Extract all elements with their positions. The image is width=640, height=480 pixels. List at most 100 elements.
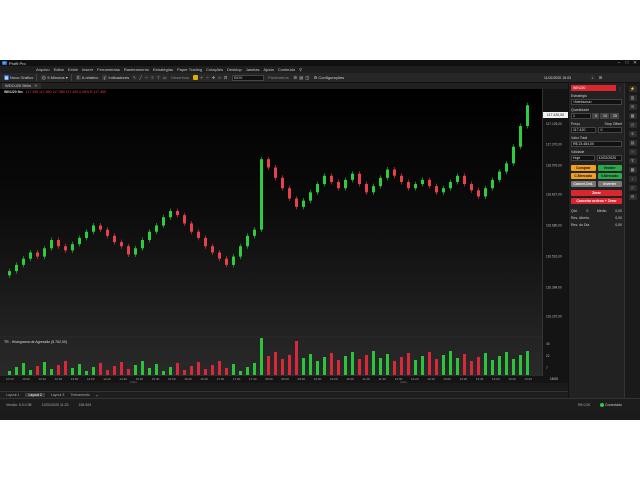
volume-bar xyxy=(428,352,431,375)
calculator-icon[interactable]: ▩ xyxy=(628,167,637,173)
zoom-in-icon[interactable]: + xyxy=(199,75,205,80)
datetime-display: 11/02/2020 15:03 xyxy=(544,75,571,80)
indicators-button[interactable]: ƒ Indicadores xyxy=(102,75,129,80)
news-icon[interactable]: ▤ xyxy=(628,140,637,146)
connection-status[interactable]: Conectado xyxy=(600,403,622,407)
lock-icon[interactable]: ⊡ xyxy=(223,75,229,80)
lightning-icon[interactable]: ⚡ xyxy=(628,86,637,92)
menu-ferramentas[interactable]: Ferramentas xyxy=(97,67,120,72)
invert-button[interactable]: Inverter xyxy=(597,181,622,187)
layout-tab-3[interactable]: Layout 3 xyxy=(51,393,64,397)
cancel-and-zero-button[interactable]: Cancelar ordens + Zerar xyxy=(571,198,622,204)
alarm-icon[interactable]: ♪ xyxy=(590,75,595,80)
price-axis[interactable]: 117.125,00 117.270,00 116.976,00 116.827,00… xyxy=(542,89,568,383)
strategy-select[interactable]: <Nenhuma> xyxy=(571,99,622,105)
quantity-input[interactable]: 1 xyxy=(571,113,591,119)
book-icon[interactable]: ▥ xyxy=(628,95,637,101)
zoom-out-icon[interactable]: − xyxy=(205,75,211,80)
volume-bar xyxy=(316,361,319,375)
volume-bar xyxy=(526,351,529,375)
layout-tab-2[interactable]: Layout 2 xyxy=(25,393,45,397)
filter-icon[interactable]: ⊽ xyxy=(628,158,637,164)
search-icon[interactable]: ⚲ xyxy=(299,67,302,72)
qty-preset-5[interactable]: 5 xyxy=(592,113,599,119)
autoscale-select[interactable]: ⇕ A.relativo xyxy=(75,75,98,80)
cancel-orders-button[interactable]: Cancel.Ord. xyxy=(571,181,596,187)
rect-tool-icon[interactable]: ▭ xyxy=(162,75,168,80)
new-chart-button[interactable]: ▦ Novo Gráfico xyxy=(4,75,33,80)
add-layout-icon[interactable]: + xyxy=(96,393,98,398)
text-tool-icon[interactable]: T xyxy=(156,75,162,80)
sell-market-button[interactable]: V.Mercado xyxy=(597,173,622,179)
candle-body xyxy=(239,246,242,257)
menu-rastreamento[interactable]: Rastreamento xyxy=(124,67,149,72)
dollar-icon[interactable]: $ xyxy=(628,131,637,137)
layers-icon[interactable]: ◫ xyxy=(304,75,310,80)
menu-exibir[interactable]: Exibir xyxy=(68,67,78,72)
volume-bar xyxy=(36,366,39,375)
time-axis[interactable]: 10:10 12:00 12:10 12:30 13:50 14:00 14:20 14:40… xyxy=(0,376,568,384)
menu-paper-trading[interactable]: Paper Trading xyxy=(177,67,202,72)
asset-selector[interactable]: WINJ20 xyxy=(571,85,616,91)
menu-estrategias[interactable]: Estratégias xyxy=(153,67,173,72)
chart-icon[interactable]: ▦ xyxy=(628,113,637,119)
qty-preset-25[interactable]: 25 xyxy=(610,113,619,119)
list-icon[interactable]: ☰ xyxy=(628,104,637,110)
color-yellow-icon[interactable] xyxy=(193,75,199,80)
candle-body xyxy=(22,258,25,265)
menu-conteudo[interactable]: Conteúdo xyxy=(278,67,295,72)
menu-cotacoes[interactable]: Cotações xyxy=(206,67,223,72)
volume-bar xyxy=(176,363,179,375)
zero-button[interactable]: Zerar xyxy=(571,190,622,196)
menu-ajuda[interactable]: Ajuda xyxy=(264,67,274,72)
list-icon[interactable]: ☰ xyxy=(292,75,298,80)
envelope-icon[interactable]: ✉ xyxy=(598,75,603,80)
day-result-value: 0,00 xyxy=(615,223,622,227)
menu-dots-icon[interactable]: ⋮ xyxy=(618,86,622,91)
toolbar-divider xyxy=(36,74,38,81)
buy-button[interactable]: Comprar xyxy=(571,165,596,171)
menu-editar[interactable]: Editar xyxy=(54,67,64,72)
validity-select[interactable]: Hoje xyxy=(571,155,595,161)
symbol-input[interactable]: BOV xyxy=(232,74,265,81)
volume-bar xyxy=(162,371,165,375)
status-memory: R$ 0,00 xyxy=(578,403,591,407)
layout-tab-training[interactable]: Treinamento xyxy=(70,393,90,397)
price-chart[interactable]: WINJ20 5m 117.395 117.490 117.380 117.42… xyxy=(0,89,542,383)
volume-bar xyxy=(225,368,228,375)
volume-bar xyxy=(407,353,410,375)
menu-janelas[interactable]: Janelas xyxy=(246,67,260,72)
close-tab-icon[interactable]: ✕ xyxy=(34,83,37,88)
layout-tab-1[interactable]: Layout 1 xyxy=(6,393,19,397)
bell-icon[interactable]: ♪ xyxy=(628,176,637,182)
stop-offset-label: Stop Offset xyxy=(604,122,622,126)
settings-icon[interactable]: ⚙ xyxy=(628,194,637,200)
volume-bar xyxy=(85,371,88,375)
hline-tool-icon[interactable]: ─ xyxy=(144,75,150,80)
qty-preset-10[interactable]: 10 xyxy=(600,113,609,119)
sell-button[interactable]: Vender xyxy=(597,165,622,171)
order-panel: WINJ20 ⋮ Estratégia <Nenhuma> Quantidade… xyxy=(568,83,624,411)
menu-desktop[interactable]: Desktop xyxy=(227,67,242,72)
validity-date[interactable]: 12/02/2020 xyxy=(596,155,622,161)
candle-body xyxy=(57,240,60,247)
grid-icon[interactable]: ▤ xyxy=(298,75,304,80)
clock-icon[interactable]: ◷ xyxy=(628,122,637,128)
period-select[interactable]: ◷ 5 Minutos ▾ xyxy=(41,75,68,80)
fibonacci-icon[interactable]: ≡ xyxy=(150,75,156,80)
magnet-icon[interactable]: ∩ xyxy=(217,75,223,80)
menu-inserir[interactable]: Inserir xyxy=(82,67,93,72)
cursor-icon[interactable]: ↖ xyxy=(132,75,138,80)
crosshair-icon[interactable]: ✛ xyxy=(211,75,217,80)
time-tick-label: 14:20 xyxy=(103,377,111,381)
volume-bar xyxy=(169,367,172,375)
person-icon[interactable]: ☺ xyxy=(628,185,637,191)
stop-offset-input[interactable]: 0 xyxy=(598,127,622,133)
menu-arquivo[interactable]: Arquivo xyxy=(36,67,50,72)
line-tool-icon[interactable]: ╱ xyxy=(138,75,144,80)
price-input[interactable]: 117.420 xyxy=(571,127,597,133)
buy-market-button[interactable]: C.Mercado xyxy=(571,173,596,179)
volume-bar xyxy=(337,360,340,375)
config-button[interactable]: ⚙ Configurações xyxy=(314,75,344,80)
star-icon[interactable]: ☆ xyxy=(628,149,637,155)
